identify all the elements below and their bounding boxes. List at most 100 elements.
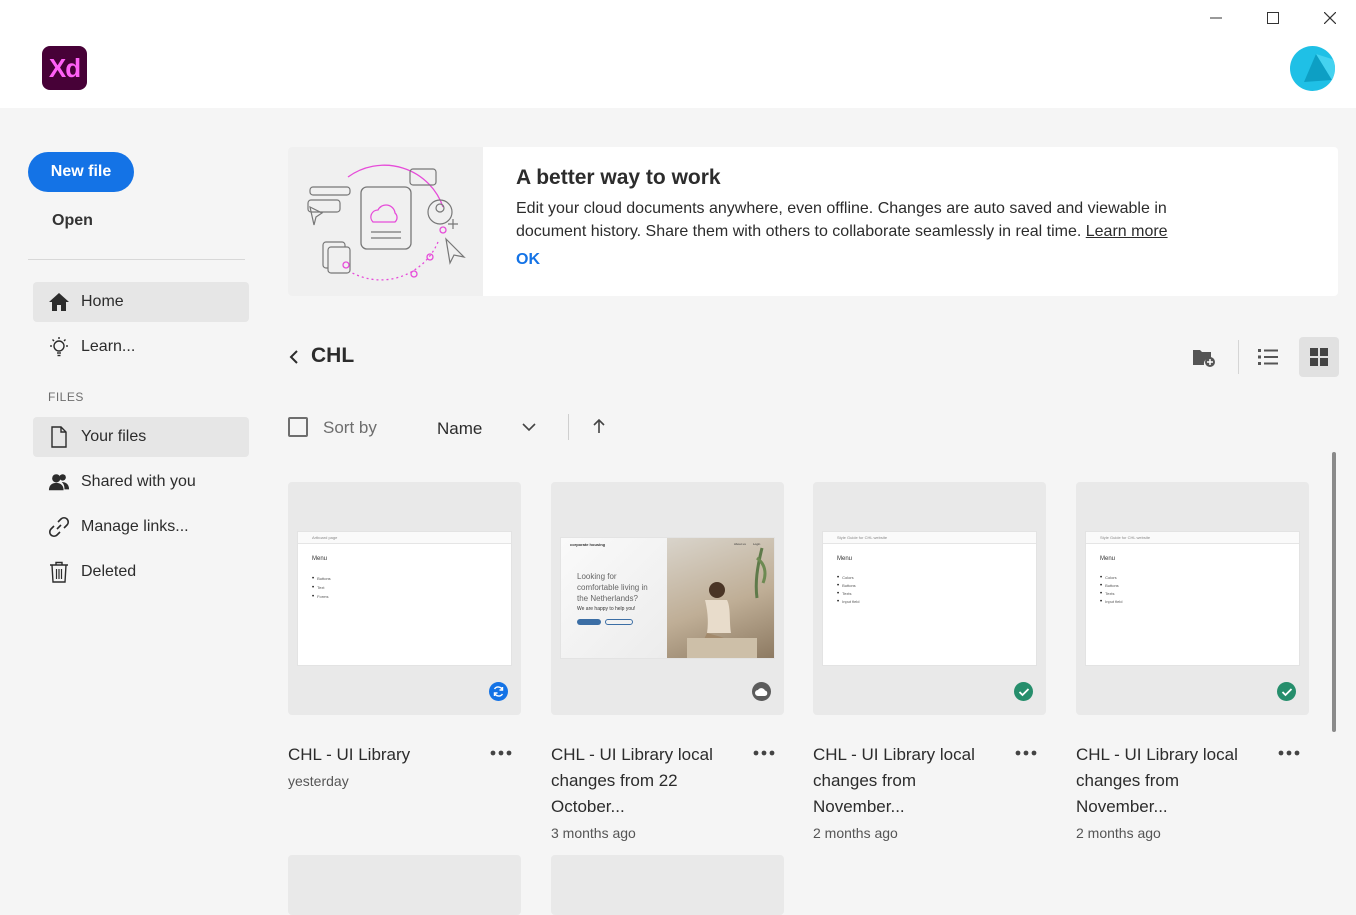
cloud-status-icon (752, 682, 771, 701)
chevron-left-icon (289, 350, 298, 364)
file-title: CHL - UI Library local changes from Nove… (813, 745, 975, 816)
trash-icon (48, 561, 70, 583)
preview-item: Buttons (837, 583, 856, 589)
more-options-icon[interactable] (752, 746, 776, 760)
avatar[interactable] (1290, 46, 1335, 91)
sidebar-item-manage-links[interactable]: Manage links... (33, 507, 249, 547)
home-icon (48, 291, 70, 313)
file-card[interactable]: Artboard page Menu Buttons Text Forms CH… (288, 482, 521, 789)
folder-title: CHL (311, 344, 355, 367)
preview-item: Buttons (1100, 583, 1119, 589)
scrollbar[interactable] (1332, 452, 1336, 732)
sidebar-item-label: Home (81, 293, 124, 310)
learn-more-link[interactable]: Learn more (1086, 223, 1168, 240)
file-card[interactable]: Style Guide for CHL website Menu Colors … (1076, 482, 1309, 841)
preview-title: Artboard page (298, 532, 511, 544)
preview-item: Forms (312, 594, 328, 600)
minimize-icon (1210, 17, 1222, 19)
cloud-collaboration-illustration (288, 147, 483, 296)
minimize-button[interactable] (1196, 4, 1236, 32)
close-window-button[interactable] (1310, 4, 1350, 32)
back-button[interactable] (286, 346, 302, 368)
preview-menu: Menu (837, 556, 853, 562)
select-all-checkbox[interactable] (288, 417, 308, 437)
info-banner: A better way to work Edit your cloud doc… (288, 147, 1338, 296)
file-card[interactable]: Style Guide for CHL website Menu Colors … (813, 482, 1046, 841)
new-folder-icon (1193, 350, 1215, 367)
preview-item: Input field (837, 599, 859, 605)
preview-item: Texts (1100, 591, 1114, 597)
close-icon (1324, 12, 1336, 24)
preview-item: Colors (1100, 575, 1117, 581)
file-card[interactable] (288, 855, 521, 915)
artboard-preview: Style Guide for CHL website Menu Colors … (1086, 532, 1299, 665)
sort-label: Sort by (323, 418, 377, 437)
website-preview: corporate housing Looking for comfortabl… (561, 538, 774, 658)
file-thumbnail[interactable]: Style Guide for CHL website Menu Colors … (1076, 482, 1309, 715)
more-options-icon[interactable] (1277, 746, 1301, 760)
preview-nav-item: Login (753, 542, 761, 546)
link-icon (48, 516, 70, 538)
preview-menu: Menu (1100, 556, 1116, 562)
file-modified: yesterday (288, 773, 349, 789)
sidebar-divider (28, 259, 245, 260)
file-title: CHL - UI Library (288, 745, 411, 764)
new-folder-button[interactable] (1184, 337, 1224, 377)
new-file-button[interactable]: New file (28, 152, 134, 192)
grid-view-icon (1310, 348, 1328, 366)
file-modified: 3 months ago (551, 825, 636, 841)
file-title: CHL - UI Library local changes from Nove… (1076, 745, 1238, 816)
file-thumbnail[interactable]: Style Guide for CHL website Menu Colors … (813, 482, 1046, 715)
preview-item: Text (312, 585, 324, 591)
sidebar-item-deleted[interactable]: Deleted (33, 552, 249, 592)
toolbar-separator (1238, 340, 1239, 374)
preview-title: Style Guide for CHL website (1086, 532, 1299, 544)
more-options-icon[interactable] (489, 746, 513, 760)
sort-ascending-icon[interactable] (591, 417, 607, 435)
sync-status-icon (489, 682, 508, 701)
xd-logo: Xd (42, 46, 87, 90)
sidebar-item-label: Shared with you (81, 473, 196, 490)
document-icon (48, 426, 70, 448)
list-view-icon (1258, 349, 1278, 365)
grid-view-button[interactable] (1299, 337, 1339, 377)
banner-ok-button[interactable]: OK (516, 251, 540, 269)
more-options-icon[interactable] (1014, 746, 1038, 760)
sidebar-item-shared-with-you[interactable]: Shared with you (33, 462, 249, 502)
artboard-preview: Style Guide for CHL website Menu Colors … (823, 532, 1036, 665)
sidebar-item-label: Manage links... (81, 518, 189, 535)
banner-text: Edit your cloud documents anywhere, even… (516, 197, 1196, 243)
sidebar-item-label: Deleted (81, 563, 137, 580)
banner-title: A better way to work (516, 166, 721, 189)
lightbulb-icon (48, 336, 70, 358)
sidebar-item-learn[interactable]: Learn... (33, 327, 249, 367)
sort-separator (568, 414, 569, 440)
preview-headline: Looking for comfortable living in the Ne… (577, 572, 648, 603)
preview-item: Colors (837, 575, 854, 581)
maximize-button[interactable] (1253, 4, 1293, 32)
preview-nav-item: About us (734, 542, 746, 546)
file-modified: 2 months ago (1076, 825, 1161, 841)
synced-check-icon (1014, 682, 1033, 701)
avatar-image (1304, 54, 1335, 82)
sidebar-item-your-files[interactable]: Your files (33, 417, 249, 457)
banner-body: Edit your cloud documents anywhere, even… (516, 200, 1167, 240)
preview-item: Buttons (312, 576, 331, 582)
file-thumbnail[interactable]: Artboard page Menu Buttons Text Forms (288, 482, 521, 715)
preview-photo (667, 538, 774, 658)
sort-dropdown[interactable]: Name (437, 419, 482, 439)
file-thumbnail[interactable]: corporate housing Looking for comfortabl… (551, 482, 784, 715)
file-name: CHL - UI Library local changes from 22 O… (551, 742, 741, 846)
preview-menu: Menu (312, 556, 328, 562)
chevron-down-icon[interactable] (520, 418, 538, 436)
file-name: CHL - UI Library local changes from Nove… (1076, 742, 1266, 846)
file-title: CHL - UI Library local changes from 22 O… (551, 745, 713, 816)
sidebar-item-home[interactable]: Home (33, 282, 249, 322)
open-button[interactable]: Open (52, 212, 93, 230)
preview-item: Texts (837, 591, 851, 597)
file-card[interactable]: corporate housing Looking for comfortabl… (551, 482, 784, 841)
list-view-button[interactable] (1248, 337, 1288, 377)
sidebar-item-label: Your files (81, 428, 147, 445)
sidebar-item-label: Learn... (81, 338, 136, 355)
file-card[interactable] (551, 855, 784, 915)
